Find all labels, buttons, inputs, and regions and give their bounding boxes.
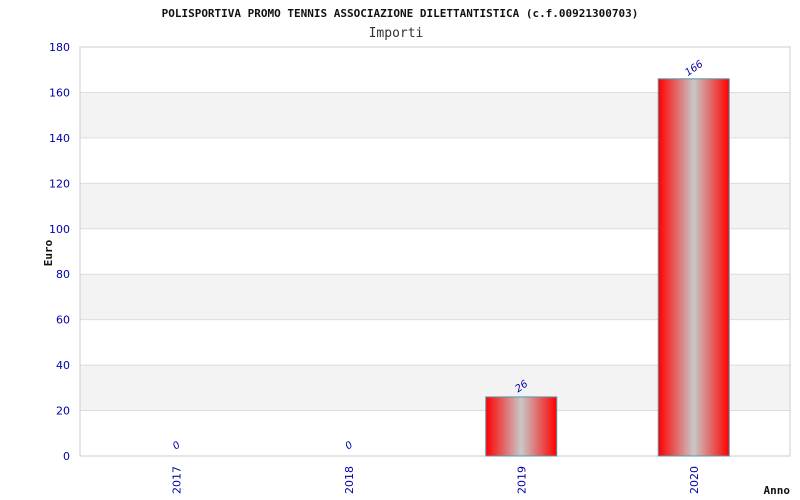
x-axis-ticks: 2017 2018 2019 2020 <box>170 466 701 494</box>
x-tick-label-2017: 2017 <box>170 466 183 494</box>
y-tick-label: 0 <box>63 450 70 463</box>
data-label-2017: 0 <box>171 440 183 453</box>
y-tick-label: 80 <box>56 268 70 281</box>
x-tick-label-2019: 2019 <box>515 466 528 494</box>
y-tick-label: 20 <box>56 405 70 418</box>
chart-subtitle: Importi <box>369 26 424 41</box>
data-label-2018: 0 <box>344 440 356 453</box>
x-tick-label-2020: 2020 <box>688 466 701 494</box>
y-tick-label: 60 <box>56 314 70 327</box>
bar-2020 <box>657 78 730 457</box>
x-tick-label-2018: 2018 <box>343 466 356 494</box>
y-tick-label: 180 <box>49 41 70 54</box>
bar-2019 <box>485 396 558 457</box>
x-axis-label: Anno <box>764 484 791 497</box>
y-tick-label: 40 <box>56 359 70 372</box>
y-axis-label: Euro <box>42 239 55 266</box>
y-tick-label: 100 <box>49 223 70 236</box>
y-tick-label: 140 <box>49 132 70 145</box>
bar-chart: POLISPORTIVA PROMO TENNIS ASSOCIAZIONE D… <box>42 7 791 497</box>
y-tick-label: 120 <box>49 177 70 190</box>
data-label-2020: 166 <box>683 59 705 79</box>
y-tick-label: 160 <box>49 86 70 99</box>
chart-title: POLISPORTIVA PROMO TENNIS ASSOCIAZIONE D… <box>162 7 639 20</box>
